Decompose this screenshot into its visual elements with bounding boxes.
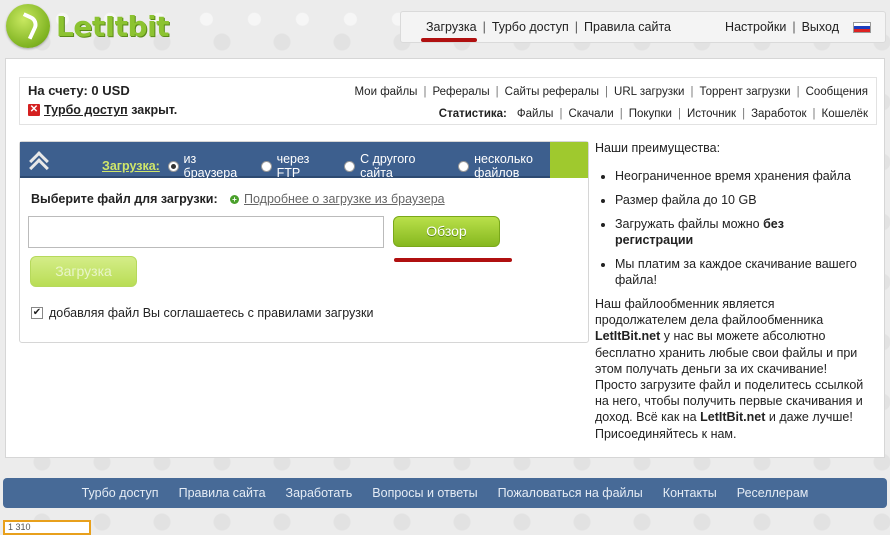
footer-resellers-link[interactable]: Реселлерам bbox=[737, 486, 809, 500]
footer-contacts-link[interactable]: Контакты bbox=[663, 486, 717, 500]
footer-faq-link[interactable]: Вопросы и ответы bbox=[372, 486, 477, 500]
stats-files-link[interactable]: Файлы bbox=[517, 108, 554, 120]
separator: | bbox=[495, 86, 499, 98]
nav-separator: | bbox=[792, 20, 796, 34]
url-upload-link[interactable]: URL загрузки bbox=[614, 86, 684, 98]
account-links: Мои файлы | Рефералы | Сайты рефералы | URL… bbox=[354, 86, 868, 98]
advantage-item-text: Загружать файлы можно bbox=[615, 217, 764, 231]
plus-icon: + bbox=[230, 194, 239, 204]
radio-icon bbox=[260, 160, 272, 172]
brand-name: LetItBit.net bbox=[700, 410, 766, 425]
logo-text: LetItbit bbox=[56, 9, 170, 43]
more-info-text: Подробнее о загрузке из браузера bbox=[244, 192, 445, 206]
separator: | bbox=[423, 86, 427, 98]
upload-box: Загрузка: из браузера через FTP С другог… bbox=[19, 141, 589, 343]
agree-terms[interactable]: ✔ добавляя файл Вы соглашаетесь с правил… bbox=[31, 306, 373, 320]
torrent-upload-link[interactable]: Торрент загрузки bbox=[699, 86, 790, 98]
stats-downloads-link[interactable]: Скачали bbox=[568, 108, 613, 120]
separator: | bbox=[742, 108, 746, 120]
advantage-item: Размер файла до 10 GB bbox=[615, 192, 865, 208]
radio-ftp-label: через FTP bbox=[276, 152, 310, 180]
footer-rules-link[interactable]: Правила сайта bbox=[179, 486, 266, 500]
stats-source-link[interactable]: Источник bbox=[687, 108, 736, 120]
footer-report-link[interactable]: Пожаловаться на файлы bbox=[498, 486, 643, 500]
radio-multiple-label: несколько файлов bbox=[474, 152, 533, 180]
upload-method-options: Загрузка: из браузера через FTP С другог… bbox=[102, 152, 588, 180]
choose-file-label: Выберите файл для загрузки: bbox=[31, 192, 218, 206]
about-text: Наш файлообменник является продолжателем… bbox=[595, 296, 865, 442]
my-files-link[interactable]: Мои файлы bbox=[354, 86, 417, 98]
footer-earn-link[interactable]: Заработать bbox=[286, 486, 353, 500]
referrals-link[interactable]: Рефералы bbox=[432, 86, 489, 98]
stats-purchases-link[interactable]: Покупки bbox=[629, 108, 672, 120]
nav-logout-link[interactable]: Выход bbox=[802, 20, 839, 34]
browse-highlight-underline bbox=[394, 258, 512, 262]
visit-counter-badge[interactable]: 1 310 bbox=[3, 520, 91, 535]
referral-sites-link[interactable]: Сайты рефералы bbox=[505, 86, 599, 98]
account-box: На счету: 0 USD ✕ Турбо доступ закрыт. М… bbox=[19, 77, 877, 125]
nav-separator: | bbox=[574, 20, 579, 34]
radio-selected-icon bbox=[167, 160, 179, 172]
separator: | bbox=[690, 86, 694, 98]
radio-browser-label: из браузера bbox=[183, 152, 238, 180]
stats-wallet-link[interactable]: Кошелёк bbox=[822, 108, 868, 120]
radio-browser[interactable]: из браузера bbox=[167, 152, 251, 180]
upload-highlight-underline bbox=[421, 38, 477, 42]
turbo-access-link[interactable]: Турбо доступ bbox=[44, 103, 128, 117]
advantages-section: Наши преимущества: Неограниченное время … bbox=[595, 140, 865, 296]
nav-upload-link[interactable]: Загрузка bbox=[426, 20, 477, 34]
advantage-item: Неограниченное время хранения файла bbox=[615, 168, 865, 184]
separator: | bbox=[619, 108, 623, 120]
radio-multiple-files[interactable]: несколько файлов bbox=[458, 152, 578, 180]
site-logo[interactable]: LetItbit bbox=[6, 4, 170, 48]
browse-button[interactable]: Обзор bbox=[393, 216, 500, 247]
advantage-item: Мы платим за каждое скачивание вашего фа… bbox=[615, 256, 865, 288]
checkbox-checked-icon[interactable]: ✔ bbox=[31, 307, 43, 319]
agree-terms-label: добавляя файл Вы соглашаетесь с правилам… bbox=[49, 306, 374, 320]
separator: | bbox=[605, 86, 609, 98]
russian-flag-icon[interactable] bbox=[853, 21, 871, 33]
upload-method-bar: Загрузка: из браузера через FTP С другог… bbox=[20, 142, 588, 180]
messages-link[interactable]: Сообщения bbox=[806, 86, 868, 98]
advantage-item: Загружать файлы можно без регистрации bbox=[615, 216, 865, 248]
nav-settings-link[interactable]: Настройки bbox=[725, 20, 786, 34]
about-part-1: Наш файлообменник является продолжателем… bbox=[595, 297, 824, 328]
advantages-list: Неограниченное время хранения файла Разм… bbox=[595, 168, 865, 288]
separator: | bbox=[812, 108, 816, 120]
advantages-title: Наши преимущества: bbox=[595, 141, 721, 155]
radio-icon bbox=[344, 160, 356, 172]
nav-separator: | bbox=[482, 20, 486, 34]
logo-arrow-icon bbox=[6, 4, 50, 48]
more-info-link[interactable]: + Подробнее о загрузке из браузера bbox=[230, 192, 445, 206]
radio-other-site-label: С другого сайта bbox=[360, 152, 416, 180]
footer-turbo-link[interactable]: Турбо доступ bbox=[82, 486, 159, 500]
nav-rules-link[interactable]: Правила сайта bbox=[584, 20, 671, 34]
stats-label: Статистика: bbox=[438, 108, 507, 120]
upload-button[interactable]: Загрузка bbox=[30, 256, 137, 287]
turbo-status-text: закрыт. bbox=[127, 103, 178, 117]
close-x-icon: ✕ bbox=[28, 104, 40, 116]
footer-nav: Турбо доступ Правила сайта Заработать Во… bbox=[3, 478, 887, 508]
stats-earnings-link[interactable]: Заработок bbox=[751, 108, 806, 120]
turbo-status: ✕ Турбо доступ закрыт. bbox=[28, 103, 177, 117]
separator: | bbox=[677, 108, 681, 120]
nav-turbo-link[interactable]: Турбо доступ bbox=[492, 20, 569, 34]
radio-icon bbox=[458, 160, 470, 172]
account-balance: На счету: 0 USD bbox=[28, 83, 130, 98]
stats-links: Статистика: Файлы | Скачали | Покупки | Ист… bbox=[439, 108, 868, 120]
separator: | bbox=[559, 108, 563, 120]
radio-other-site[interactable]: С другого сайта bbox=[344, 152, 448, 180]
brand-name: LetItBit.net bbox=[595, 329, 661, 344]
radio-ftp[interactable]: через FTP bbox=[260, 152, 334, 180]
file-path-input[interactable] bbox=[28, 216, 384, 248]
separator: | bbox=[796, 86, 800, 98]
double-chevron-up-icon bbox=[29, 150, 49, 178]
upload-method-label: Загрузка: bbox=[102, 159, 160, 173]
